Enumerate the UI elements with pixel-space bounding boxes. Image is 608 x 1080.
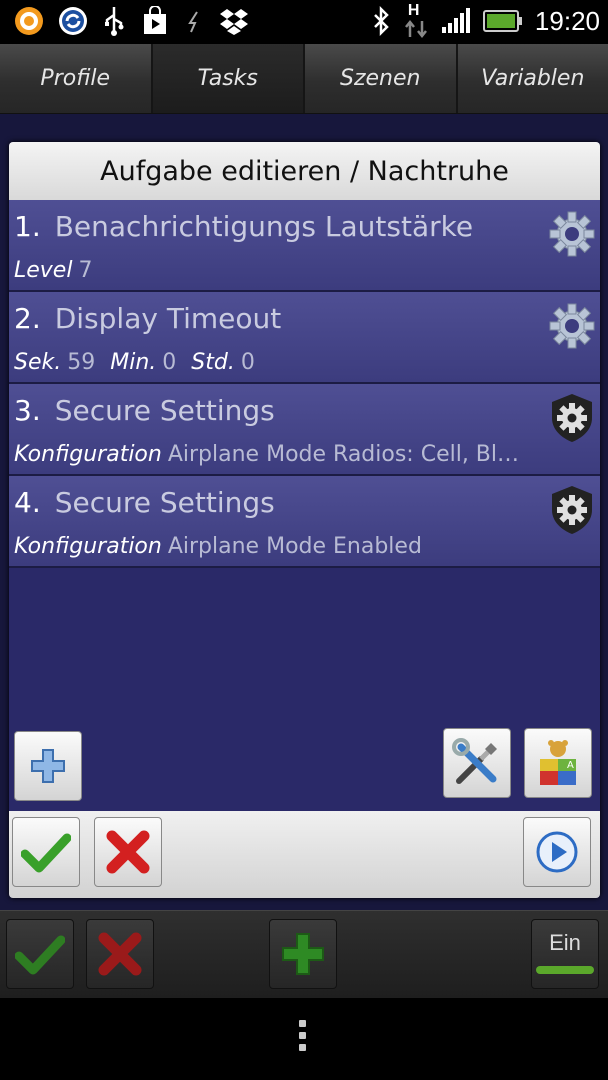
param-label: Level [14,258,73,283]
param-value: 0 [162,350,177,375]
signal-icon [441,8,470,33]
plus-icon [282,933,324,975]
toy-icon: A [540,740,576,785]
toggle-indicator [536,966,594,974]
add-action-button[interactable] [14,731,82,801]
task-settings-button[interactable] [443,728,511,798]
discard-button[interactable] [86,919,154,989]
param-value: Airplane Mode Enabled [167,534,422,559]
edit-task-dialog: Aufgabe editieren / Nachtruhe 1. Benachri… [9,142,600,898]
cancel-button[interactable] [94,817,162,887]
sleep-icon [188,11,198,33]
param-label: Konfiguration [14,442,162,467]
bottom-action-bar: Ein [0,910,608,998]
plus-icon [31,749,65,783]
param-value: 7 [78,258,93,283]
param-value: 0 [240,350,255,375]
action-row-4[interactable]: 4. Secure Settings Konfiguration Airplane … [9,476,600,568]
apply-button[interactable] [6,919,74,989]
menu-icon[interactable] [299,1020,309,1051]
action-number: 1. [14,210,41,243]
notification-app-icon [15,7,43,35]
plugin-gear-icon[interactable] [546,484,598,536]
play-store-icon [144,6,166,34]
checkmark-icon [15,935,65,975]
dialog-title: Aufgabe editieren / Nachtruhe [9,142,600,200]
cross-icon [98,932,142,976]
param-value: Airplane Mode Radios: Cell, Bl… [167,442,520,467]
checkmark-icon [21,833,71,873]
svg-text:A: A [567,760,574,771]
bluetooth-icon [374,6,389,36]
tab-variablen[interactable]: Variablen [458,44,608,113]
status-bar: H 19:20 [0,0,608,44]
tools-icon [452,738,497,784]
param-value: 59 [67,350,96,375]
action-name: Display Timeout [54,302,282,335]
toggle-label: Ein [549,930,581,955]
action-row-2[interactable]: 2. Display Timeout Sek. 59 Min. 0 Std. 0 [9,292,600,384]
plugin-gear-icon[interactable] [546,392,598,444]
tab-profile[interactable]: Profile [0,44,153,113]
add-button[interactable] [269,919,337,989]
gear-icon[interactable] [546,208,598,260]
dropbox-icon [220,9,248,35]
action-number: 4. [14,486,41,519]
action-number: 2. [14,302,41,335]
battery-icon [482,10,522,32]
param-label: Konfiguration [14,534,162,559]
run-task-button[interactable] [523,817,591,887]
param-label: Min. [110,350,157,375]
play-icon [536,831,578,873]
action-number: 3. [14,394,41,427]
enable-toggle[interactable]: Ein [531,919,599,989]
usb-icon [105,7,124,36]
action-name: Benachrichtigungs Lautstärke [54,210,474,243]
task-icon-button[interactable]: A [524,728,592,798]
tab-tasks[interactable]: Tasks [152,44,305,113]
param-label: Sek. [14,350,62,375]
dialog-button-bar [9,811,600,898]
hspa-icon: H [403,2,429,39]
system-nav-bar [0,998,608,1080]
action-name: Secure Settings [54,486,275,519]
tab-bar: Profile Tasks Szenen Variablen [0,44,608,114]
sync-app-icon [59,7,87,35]
clock: 19:20 [534,5,600,36]
action-row-3[interactable]: 3. Secure Settings Konfiguration Airplane … [9,384,600,476]
cross-icon [106,830,150,874]
tab-szenen[interactable]: Szenen [305,44,458,113]
action-row-1[interactable]: 1. Benachrichtigungs Lautstärke Level 7 [9,200,600,292]
action-name: Secure Settings [54,394,275,427]
accept-button[interactable] [12,817,80,887]
param-label: Std. [191,350,235,375]
gear-icon[interactable] [546,300,598,352]
